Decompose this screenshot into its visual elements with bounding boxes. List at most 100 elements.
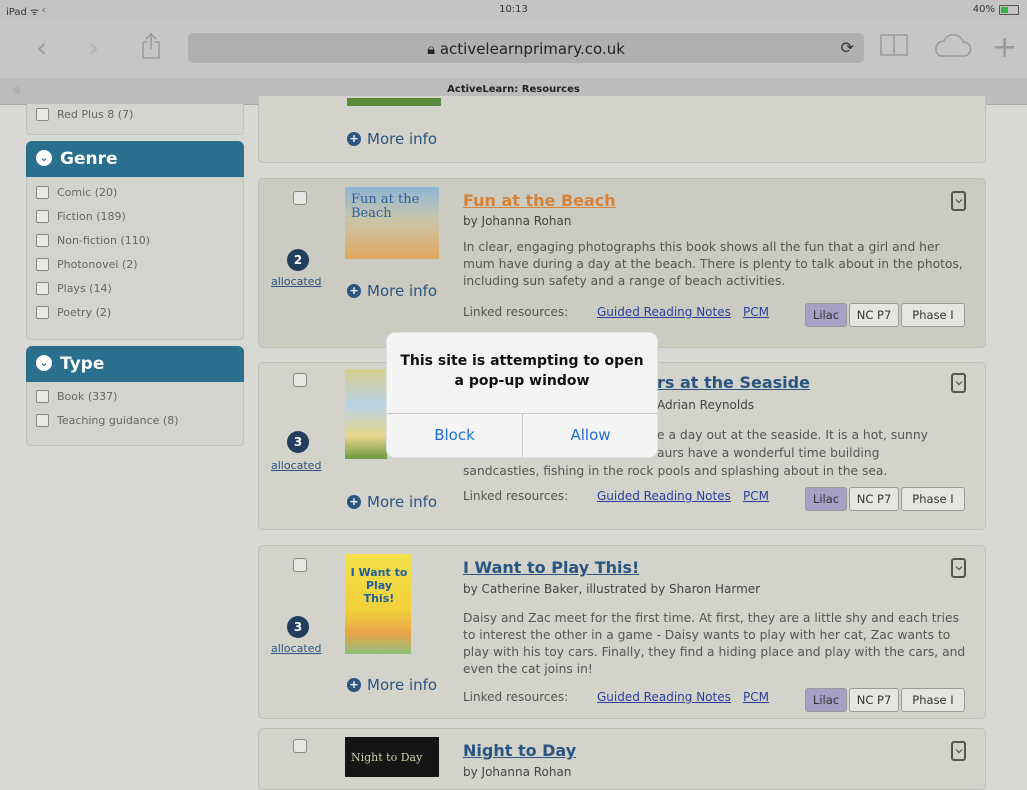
new-tab-icon[interactable]: + (992, 33, 1017, 63)
popup-alert-dialog: This site is attempting to open a pop-up… (387, 333, 657, 457)
checkbox[interactable] (36, 282, 49, 295)
filter-item[interactable]: Comic (20) (36, 186, 117, 199)
guided-reading-notes-link[interactable]: Guided Reading Notes (597, 489, 731, 503)
book-description-line: sandcastles, fishing in the rock pools a… (463, 464, 888, 478)
level-tag-lilac: Lilac (805, 303, 847, 327)
book-cover[interactable]: I Want to Play This! (345, 554, 411, 654)
clock: 10:13 (499, 4, 528, 15)
tablet-icon (951, 373, 966, 393)
plus-icon: + (347, 678, 361, 692)
book-description-line: aurs have a wonderful time building (657, 446, 880, 460)
select-checkbox[interactable] (293, 373, 307, 387)
pcm-link[interactable]: PCM (743, 690, 769, 704)
back-icon[interactable]: ‹ (36, 34, 47, 62)
pcm-link[interactable]: PCM (743, 489, 769, 503)
book-author: by Catherine Baker, illustrated by Sharo… (463, 582, 761, 596)
allocated-count-badge: 3 (287, 616, 309, 638)
select-checkbox[interactable] (293, 191, 307, 205)
bookmarks-icon[interactable] (880, 33, 908, 62)
nc-tag: NC P7 (849, 487, 899, 511)
plus-icon: + (347, 284, 361, 298)
status-bar: iPad ᯤ ᶜ 10:13 40% (0, 0, 1027, 20)
book-title-link[interactable]: Night to Day (463, 741, 576, 760)
book-title-link[interactable]: rs at the Seaside (657, 373, 810, 392)
browser-toolbar: ‹ › 🔒︎ activelearnprimary.co.uk ⟳ + (0, 20, 1027, 78)
select-checkbox[interactable] (293, 558, 307, 572)
checkbox[interactable] (36, 210, 49, 223)
linked-resources-label: Linked resources: (463, 305, 569, 319)
book-cover (347, 98, 441, 106)
plus-icon: + (347, 132, 361, 146)
phase-tag: Phase I (901, 487, 965, 511)
allocated-link[interactable]: allocated (271, 642, 321, 655)
book-cover[interactable] (345, 369, 387, 459)
allocated-link[interactable]: allocated (271, 275, 321, 288)
filter-item[interactable]: Teaching guidance (8) (36, 414, 178, 427)
linked-resources-label: Linked resources: (463, 690, 569, 704)
filter-header-genre[interactable]: ⌄ Genre (26, 141, 244, 177)
nc-tag: NC P7 (849, 688, 899, 712)
pcm-link[interactable]: PCM (743, 305, 769, 319)
more-info-link[interactable]: + More info (347, 493, 437, 511)
book-description: In clear, engaging photographs this book… (463, 240, 963, 288)
phase-tag: Phase I (901, 688, 965, 712)
allocated-count-badge: 2 (287, 249, 309, 271)
battery-icon (999, 4, 1019, 15)
book-title-link[interactable]: Fun at the Beach (463, 191, 616, 210)
book-description-line: e a day out at the seaside. It is a hot,… (657, 428, 928, 442)
battery-indicator: 40% (973, 4, 1019, 15)
checkbox[interactable] (36, 258, 49, 271)
book-cover[interactable]: Night to Day (345, 737, 439, 777)
book-title-link[interactable]: I Want to Play This! (463, 558, 639, 577)
tab-title[interactable]: ActiveLearn: Resources (0, 84, 1027, 95)
allocated-count-badge: 3 (287, 431, 309, 453)
result-card: 2 allocated Fun at the Beach Fun at the … (258, 178, 986, 348)
guided-reading-notes-link[interactable]: Guided Reading Notes (597, 690, 731, 704)
cloud-tabs-icon[interactable] (932, 33, 972, 63)
forward-icon[interactable]: › (88, 34, 99, 62)
cover-title: Night to Day (351, 751, 423, 764)
url-text: 🔒︎ activelearnprimary.co.uk (427, 40, 625, 58)
linked-resources-label: Linked resources: (463, 489, 569, 503)
checkbox[interactable] (36, 234, 49, 247)
tablet-icon (951, 558, 966, 578)
filter-item[interactable]: Book (337) (36, 390, 117, 403)
checkbox[interactable] (36, 414, 49, 427)
filter-item[interactable]: Fiction (189) (36, 210, 126, 223)
checkbox[interactable] (36, 108, 49, 121)
block-button[interactable]: Block (387, 413, 522, 457)
level-tag-lilac: Lilac (805, 688, 847, 712)
reload-icon[interactable]: ⟳ (841, 38, 854, 57)
allow-button[interactable]: Allow (523, 413, 658, 457)
checkbox[interactable] (36, 390, 49, 403)
filter-item[interactable]: Red Plus 8 (7) (36, 108, 133, 121)
book-cover[interactable]: Fun at the Beach (345, 187, 439, 259)
filter-item[interactable]: Poetry (2) (36, 306, 111, 319)
filter-item[interactable]: Plays (14) (36, 282, 112, 295)
tablet-icon (951, 191, 966, 211)
battery-percent: 40% (972, 4, 995, 15)
nc-tag: NC P7 (849, 303, 899, 327)
chevron-down-icon: ⌄ (36, 150, 52, 166)
phase-tag: Phase I (901, 303, 965, 327)
filter-item[interactable]: Non-fiction (110) (36, 234, 150, 247)
select-checkbox[interactable] (293, 739, 307, 753)
more-info-link[interactable]: + More info (347, 676, 437, 694)
more-info-link[interactable]: + More info (347, 130, 437, 148)
book-description: Daisy and Zac meet for the first time. A… (463, 611, 966, 676)
guided-reading-notes-link[interactable]: Guided Reading Notes (597, 305, 731, 319)
checkbox[interactable] (36, 306, 49, 319)
result-card: 3 allocated I Want to Play This! I Want … (258, 545, 986, 719)
more-info-link[interactable]: + More info (347, 282, 437, 300)
level-tag-lilac: Lilac (805, 487, 847, 511)
plus-icon: + (347, 495, 361, 509)
filter-item[interactable]: Photonovel (2) (36, 258, 138, 271)
share-icon[interactable] (140, 32, 162, 65)
address-bar[interactable]: 🔒︎ activelearnprimary.co.uk ⟳ (188, 33, 864, 63)
checkbox[interactable] (36, 186, 49, 199)
allocated-link[interactable]: allocated (271, 459, 321, 472)
alert-message: This site is attempting to open a pop-up… (400, 353, 644, 389)
book-author: Adrian Reynolds (657, 398, 755, 412)
filter-header-type[interactable]: ⌄ Type (26, 346, 244, 382)
chevron-down-icon: ⌄ (36, 355, 52, 371)
